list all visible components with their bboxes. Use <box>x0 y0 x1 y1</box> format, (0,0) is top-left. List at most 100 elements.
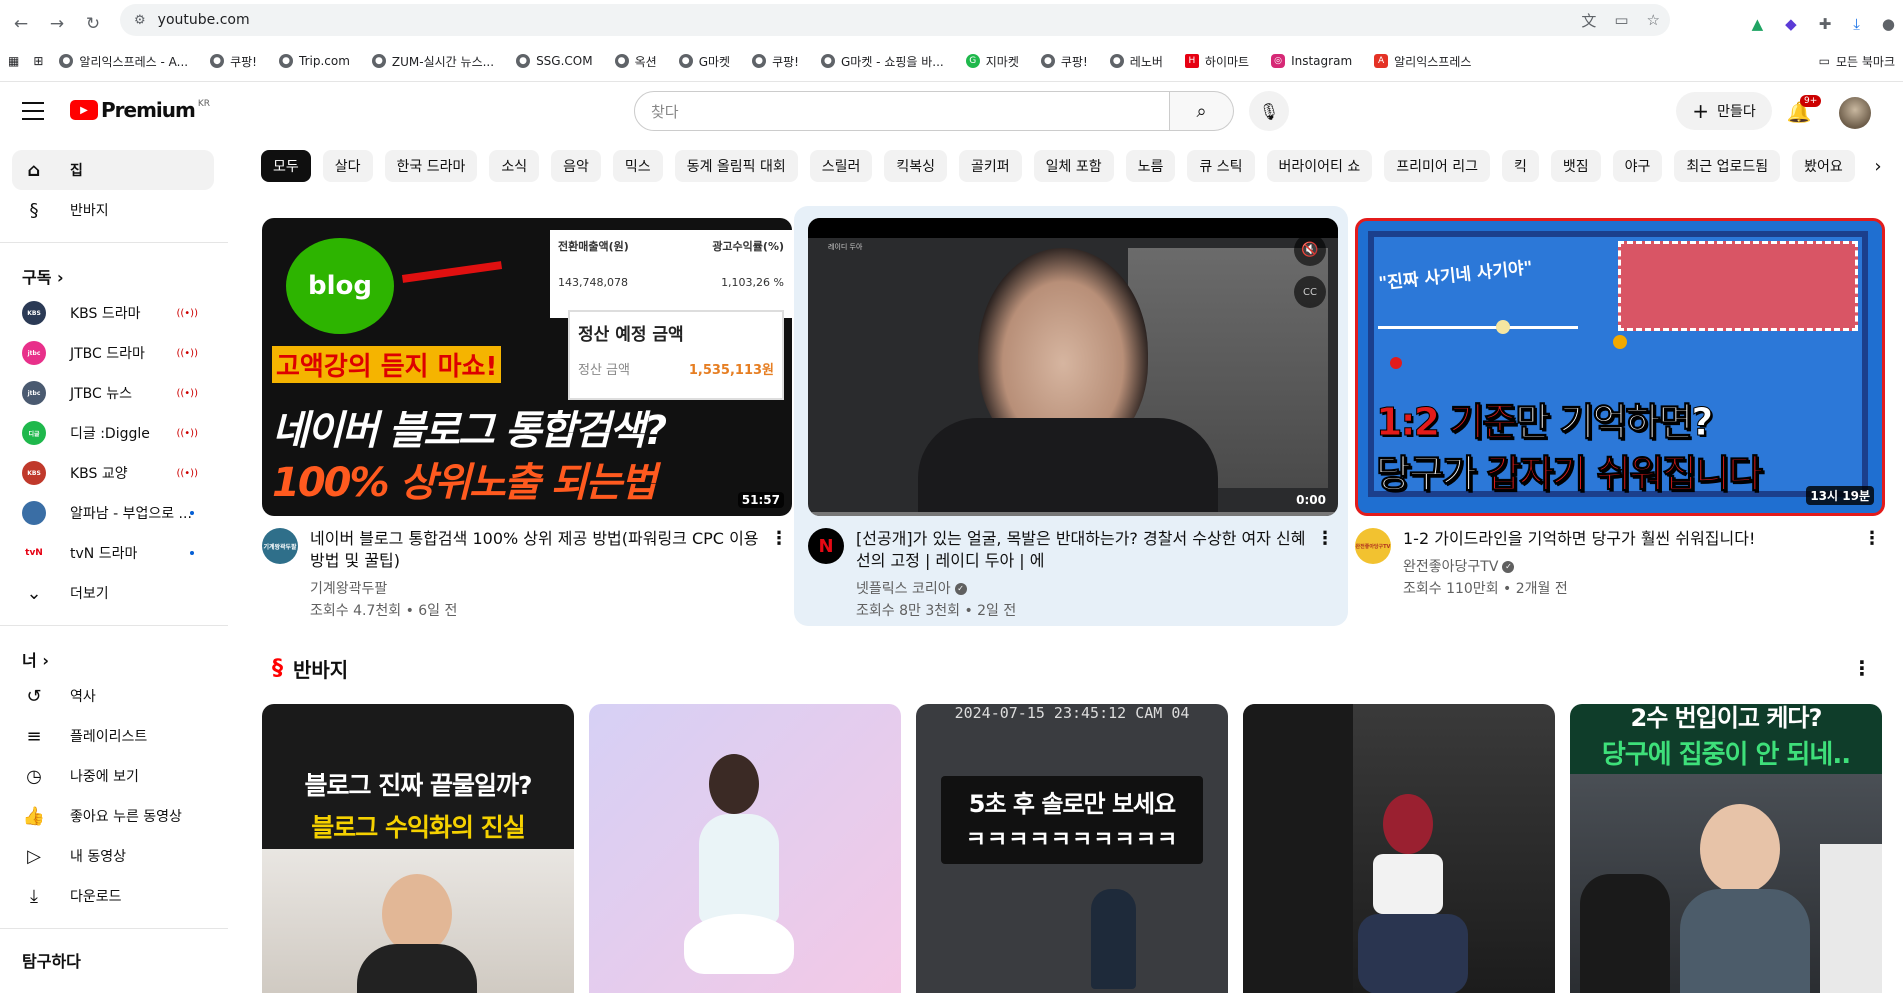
bookmark-instagram[interactable]: ◎ Instagram <box>1271 54 1352 68</box>
short-card[interactable]: 2수 번입이고 케다? 당구에 집중이 안 되네.. <box>1570 704 1882 993</box>
create-button[interactable]: + 만들다 <box>1676 92 1772 130</box>
bookmark-gmarket-3[interactable]: G 지마켓 <box>965 53 1019 70</box>
channel-avatar[interactable]: 기계왕곽두팔 <box>262 528 298 564</box>
reload-icon[interactable]: ↻ <box>78 9 108 39</box>
download-icon[interactable]: ⤓ <box>1853 15 1860 33</box>
grid-icon[interactable]: ⊞ <box>33 54 43 68</box>
search-icon[interactable]: ⌕ <box>1170 91 1234 131</box>
star-icon[interactable]: ☆ <box>1647 11 1660 29</box>
video-title[interactable]: 1-2 가이드라인을 기억하면 당구가 훨씬 쉬워집니다! <box>1403 528 1853 550</box>
sidebar-channel[interactable]: 디글 디글 :Diggle ((•)) <box>12 413 214 453</box>
bookmark-trip[interactable]: ● Trip.com <box>279 54 350 68</box>
sidebar-item-downloads[interactable]: ⤓ 다운로드 <box>12 876 214 916</box>
video-thumbnail[interactable]: blog 전환매출액(원) 광고수익률(%) 143,748,078 1,103,2… <box>262 218 792 516</box>
video-card[interactable]: "진짜 사기네 사기야" 1:2 기준만 기억하면? 당구가 갑자기 쉬워집니다… <box>1355 218 1885 618</box>
chip[interactable]: 골키퍼 <box>959 150 1022 182</box>
chip[interactable]: 음악 <box>551 150 601 182</box>
mute-icon[interactable]: 🔇 <box>1294 234 1326 266</box>
video-title[interactable]: 네이버 블로그 통합검색 100% 상위 제공 방법(파워링크 CPC 이용 방… <box>310 528 760 572</box>
sidebar-channel[interactable]: jtbc JTBC 드라마 ((•)) <box>12 333 214 373</box>
channel-name[interactable]: 완전좋아당구TV ✓ <box>1403 556 1515 576</box>
search-input[interactable]: 찾다 <box>634 91 1170 131</box>
youtube-logo[interactable]: ▶ Premium KR <box>70 98 210 122</box>
puzzle-icon[interactable]: ✚ <box>1819 15 1832 33</box>
sidebar-channel[interactable]: jtbc JTBC 뉴스 ((•)) <box>12 373 214 413</box>
more-vert-icon[interactable]: ⋮ <box>770 528 788 549</box>
translate-icon[interactable]: 文 <box>1581 10 1596 31</box>
bookmark-aliexpress[interactable]: ● 알리익스프레스 - A... <box>59 53 188 70</box>
bookmark-gmarket[interactable]: ● G마켓 <box>678 53 730 70</box>
more-vert-icon[interactable]: ⋮ <box>1863 528 1881 549</box>
more-vert-icon[interactable]: ⋮ <box>1316 528 1334 549</box>
chip[interactable]: 야구 <box>1612 150 1663 182</box>
chip[interactable]: 노름 <box>1125 150 1176 182</box>
captions-icon[interactable]: CC <box>1294 276 1326 308</box>
hamburger-menu-icon[interactable] <box>20 99 46 123</box>
site-info-icon[interactable]: ⚙ <box>134 13 146 28</box>
bookmark-aliexpress-2[interactable]: A 알리익스프레스 <box>1374 53 1471 70</box>
netflix-logo-icon[interactable]: N <box>808 528 844 564</box>
chip[interactable]: 일체 포함 <box>1033 150 1114 182</box>
bookmark-ssg[interactable]: ● SSG.COM <box>516 54 593 68</box>
bookmark-lenovo[interactable]: ● 레노버 <box>1109 53 1163 70</box>
chip[interactable]: 스릴러 <box>809 150 873 182</box>
extension-icon[interactable]: ◆ <box>1785 15 1797 33</box>
chip[interactable]: 프리미어 리그 <box>1384 150 1490 182</box>
you-header[interactable]: 너 › <box>22 647 49 671</box>
bookmark-gmarket-2[interactable]: ● G마켓 - 쇼핑을 바... <box>820 53 944 70</box>
cast-icon[interactable]: ▭ <box>1614 11 1628 29</box>
short-card[interactable]: 2024-07-15 23:45:12 CAM 04 5초 후 솔로만 보세요 … <box>916 704 1228 993</box>
chip[interactable]: 큐 스틱 <box>1187 150 1255 182</box>
sidebar-item-liked[interactable]: 👍 좋아요 누른 동영상 <box>12 796 214 836</box>
chip[interactable]: 킥복싱 <box>884 150 948 182</box>
chip[interactable]: 봤어요 <box>1792 150 1855 182</box>
profile-icon[interactable]: ● <box>1882 15 1895 33</box>
url-bar[interactable]: ⚙ youtube.com 文 ▭ ☆ <box>120 4 1670 36</box>
bookmark-coupang[interactable]: ● 쿠팡! <box>210 53 257 70</box>
chip[interactable]: 소식 <box>489 150 540 182</box>
chip[interactable]: 버라이어티 쇼 <box>1266 150 1373 182</box>
sidebar-item-my-videos[interactable]: ▷ 내 동영상 <box>12 836 214 876</box>
channel-avatar[interactable]: 완전좋아당구TV <box>1355 528 1391 564</box>
chip[interactable]: 믹스 <box>612 150 663 182</box>
forward-icon[interactable]: → <box>42 9 72 39</box>
chip[interactable]: 킥 <box>1501 150 1539 182</box>
bookmark-coupang-2[interactable]: ● 쿠팡! <box>752 53 799 70</box>
channel-name[interactable]: 넷플릭스 코리아 ✓ <box>856 578 967 598</box>
avatar[interactable] <box>1839 97 1871 129</box>
apps-icon[interactable]: ▦ <box>8 54 19 68</box>
video-card[interactable]: 레이디 두아 🔇 CC 0:00 N [선공개]가 있는 얼굴, 목발은 반대하… <box>808 218 1338 619</box>
short-card[interactable]: 블로그 진짜 끝물일까? 블로그 수익화의 진실 <box>262 704 574 993</box>
more-vert-icon[interactable]: ⋮ <box>1852 656 1872 680</box>
video-thumbnail[interactable]: "진짜 사기네 사기야" 1:2 기준만 기억하면? 당구가 갑자기 쉬워집니다… <box>1355 218 1885 516</box>
sidebar-item-home[interactable]: ⌂ 집 <box>12 150 214 190</box>
video-card[interactable]: blog 전환매출액(원) 광고수익률(%) 143,748,078 1,103,2… <box>262 218 792 619</box>
progress-bar[interactable] <box>808 512 1338 516</box>
channel-name[interactable]: 기계왕곽두팔 <box>310 578 387 598</box>
bookmark-zum[interactable]: ● ZUM-실시간 뉴스... <box>371 53 494 70</box>
short-card[interactable] <box>1243 704 1555 993</box>
bookmark-himart[interactable]: H 하이마트 <box>1184 53 1249 70</box>
microphone-icon[interactable]: 🎙 <box>1249 91 1289 131</box>
chip[interactable]: 최근 업로드됨 <box>1674 150 1781 182</box>
chip[interactable]: 동계 올림픽 대회 <box>674 150 798 182</box>
sidebar-channel[interactable]: tvN tvN 드라마 <box>12 533 214 573</box>
sidebar-item-history[interactable]: ↺ 역사 <box>12 676 214 716</box>
chip[interactable]: 뱃짐 <box>1550 150 1601 182</box>
bookmark-auction[interactable]: ● 옥션 <box>614 53 657 70</box>
chip[interactable]: 살다 <box>322 150 373 182</box>
short-card[interactable] <box>589 704 901 993</box>
bookmark-coupang-3[interactable]: ● 쿠팡! <box>1040 53 1088 70</box>
chevron-right-icon[interactable]: › <box>1862 150 1894 182</box>
all-bookmarks[interactable]: ▭ 모든 북마크 <box>1819 48 1895 74</box>
chip[interactable]: 모두 <box>261 150 311 182</box>
drive-icon[interactable]: ▲ <box>1752 15 1764 33</box>
sidebar-item-shorts[interactable]: § 반바지 <box>12 190 214 230</box>
sidebar-channel[interactable]: KBS KBS 교양 ((•)) <box>12 453 214 493</box>
subscriptions-header[interactable]: 구독 › <box>22 264 64 288</box>
sidebar-item-watch-later[interactable]: ◷ 나중에 보기 <box>12 756 214 796</box>
back-icon[interactable]: ← <box>6 9 36 39</box>
video-title[interactable]: [선공개]가 있는 얼굴, 목발은 반대하는가? 경찰서 수상한 여자 신혜선의… <box>856 528 1306 572</box>
sidebar-channel[interactable]: KBS KBS 드라마 ((•)) <box>12 293 214 333</box>
chip[interactable]: 한국 드라마 <box>384 150 478 182</box>
